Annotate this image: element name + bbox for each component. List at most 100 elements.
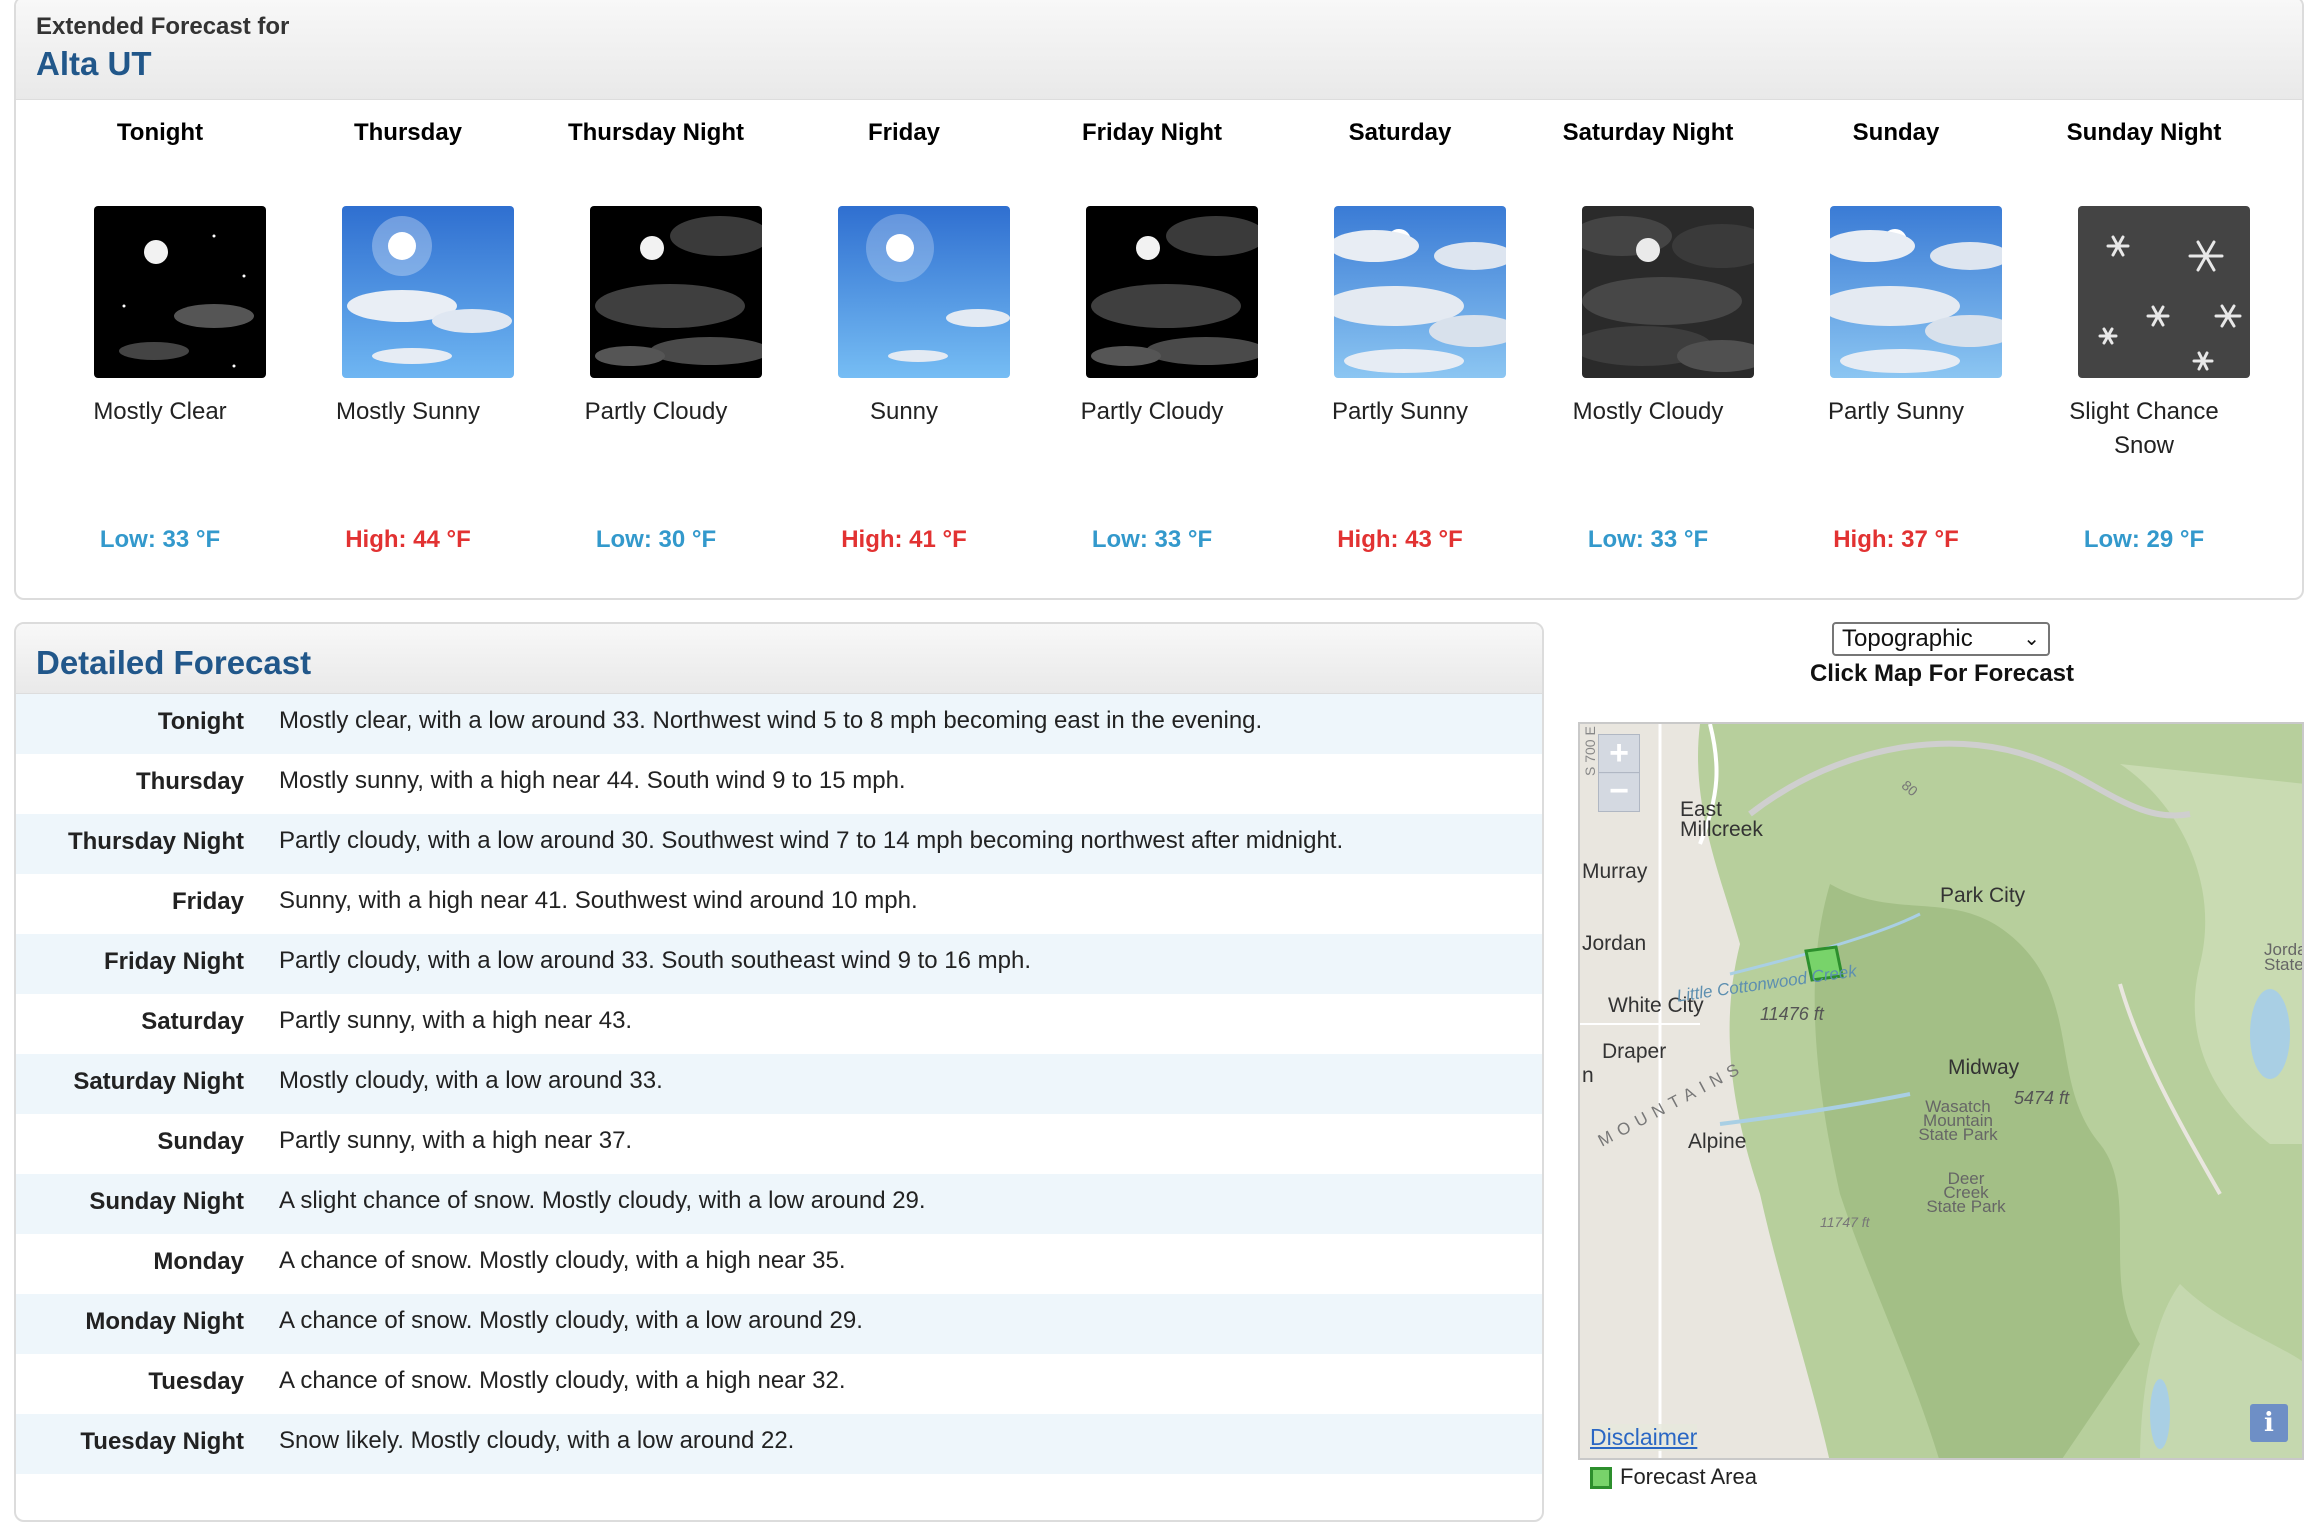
detailed-forecast-title: Detailed Forecast: [16, 624, 1542, 694]
period-saturday[interactable]: Saturday Partly Sunny High: 43 °F: [1276, 100, 1524, 598]
moon-clouds-icon[interactable]: [590, 206, 762, 378]
detail-row-sunday: Sunday Partly sunny, with a high near 37…: [16, 1114, 1542, 1174]
detailed-forecast-panel: Detailed Forecast Tonight Mostly clear, …: [14, 622, 1544, 1522]
map-label-draper: Draper: [1602, 1040, 1667, 1063]
zoom-in-button[interactable]: +: [1598, 734, 1640, 774]
period-sunday[interactable]: Sunday Partly Sunny High: 37 °F: [1772, 100, 2020, 598]
detail-text: Partly cloudy, with a low around 30. Sou…: [279, 827, 1344, 854]
detail-text: A chance of snow. Mostly cloudy, with a …: [279, 1307, 863, 1334]
map-label-elevation-2: 5474 ft: [2014, 1088, 2070, 1108]
detail-label: Tonight: [157, 708, 244, 735]
detail-row-monday-night: Monday Night A chance of snow. Mostly cl…: [16, 1294, 1542, 1354]
period-thursday-night[interactable]: Thursday Night Partly Cloudy Low: 30 °F: [532, 100, 780, 598]
detail-row-monday: Monday A chance of snow. Mostly cloudy, …: [16, 1234, 1542, 1294]
detail-label: Friday Night: [103, 948, 244, 975]
detail-label: Saturday: [141, 1008, 244, 1035]
map-label-jordanelle: Jorda State: [2264, 940, 2304, 974]
period-temperature: Low: 33 °F: [1091, 526, 1213, 553]
period-temperature: High: 37 °F: [1833, 526, 1959, 553]
detail-row-saturday-night: Saturday Night Mostly cloudy, with a low…: [16, 1054, 1542, 1114]
period-description: Slight Chance Snow: [2069, 398, 2219, 459]
detail-row-sunday-night: Sunday Night A slight chance of snow. Mo…: [16, 1174, 1542, 1234]
disclaimer-link[interactable]: Disclaimer: [1590, 1424, 1698, 1451]
period-temperature: High: 44 °F: [345, 526, 471, 553]
detail-text: Sunny, with a high near 41. Southwest wi…: [279, 887, 918, 914]
period-description: Mostly Cloudy: [1572, 398, 1724, 425]
map-label-wasatch: Wasatch Mountain State Park: [1918, 1097, 1998, 1144]
extended-forecast-header: Extended Forecast for Alta UT: [16, 0, 2302, 100]
detail-text: Mostly clear, with a low around 33. Nort…: [279, 707, 1263, 734]
detail-row-friday-night: Friday Night Partly cloudy, with a low a…: [16, 934, 1542, 994]
moon-few-clouds-icon[interactable]: [94, 206, 266, 378]
map-label-elevation-1: 11476 ft: [1760, 1004, 1824, 1024]
detail-text: Partly cloudy, with a low around 33. Sou…: [279, 947, 1031, 974]
period-name: Sunday Night: [2066, 119, 2222, 146]
detail-row-tuesday: Tuesday A chance of snow. Mostly cloudy,…: [16, 1354, 1542, 1414]
detail-label: Friday: [171, 888, 244, 915]
map-label-park-city: Park City: [1940, 884, 2026, 907]
period-description: Mostly Sunny: [335, 398, 481, 425]
sun-few-clouds-icon[interactable]: [342, 206, 514, 378]
detail-label: Thursday: [135, 768, 244, 795]
sun-clouds-icon[interactable]: [1830, 206, 2002, 378]
detail-text: Mostly cloudy, with a low around 33.: [279, 1067, 663, 1094]
period-friday-night[interactable]: Friday Night Partly Cloudy Low: 33 °F: [1028, 100, 1276, 598]
period-thursday[interactable]: Thursday Mostly Sunny High: 44 °F: [284, 100, 532, 598]
extended-forecast-panel: Extended Forecast for Alta UT Tonight Mo…: [14, 0, 2304, 600]
detail-label: Sunday: [157, 1128, 244, 1155]
period-temperature: High: 43 °F: [1337, 526, 1463, 553]
detail-text: Mostly sunny, with a high near 44. South…: [279, 767, 906, 794]
forecast-map[interactable]: + − East Millcreek Murray Park City Jord…: [1578, 722, 2304, 1460]
detail-row-friday: Friday Sunny, with a high near 41. South…: [16, 874, 1542, 934]
period-temperature: Low: 30 °F: [595, 526, 717, 553]
detail-row-thursday: Thursday Mostly sunny, with a high near …: [16, 754, 1542, 814]
period-saturday-night[interactable]: Saturday Night Mostly Cloudy Low: 33 °F: [1524, 100, 1772, 598]
sun-clouds-icon[interactable]: [1334, 206, 1506, 378]
legend-label: Forecast Area: [1620, 1464, 1757, 1489]
detail-label: Sunday Night: [89, 1188, 244, 1215]
detail-text: Snow likely. Mostly cloudy, with a low a…: [279, 1427, 795, 1454]
map-label-elevation-3: 11747 ft: [1820, 1214, 1870, 1230]
period-tonight[interactable]: Tonight Mostly Clear Low: 33 °F: [36, 100, 284, 598]
detail-text: Partly sunny, with a high near 43.: [279, 1007, 633, 1034]
period-temperature: Low: 33 °F: [1587, 526, 1709, 553]
period-name: Thursday Night: [567, 119, 744, 146]
map-label-midway: Midway: [1948, 1056, 2020, 1079]
map-caption: Click Map For Forecast: [1809, 660, 2075, 687]
period-name: Friday: [867, 119, 941, 146]
map-legend: Forecast Area: [1590, 1464, 1757, 1494]
detail-label: Monday Night: [85, 1308, 244, 1335]
period-sunday-night[interactable]: Sunday Night Slight Chance Snow Low: 29 …: [2020, 100, 2268, 598]
map-layer-select[interactable]: Topographic ⌄: [1832, 622, 2050, 656]
detail-text: Partly sunny, with a high near 37.: [279, 1127, 633, 1154]
snow-icon[interactable]: [2078, 206, 2250, 378]
period-temperature: High: 41 °F: [841, 526, 967, 553]
period-name: Saturday Night: [1562, 119, 1734, 146]
period-temperature: Low: 33 °F: [99, 526, 221, 553]
map-label-alpine: Alpine: [1688, 1130, 1747, 1153]
period-name: Thursday: [353, 119, 463, 146]
chevron-down-icon: ⌄: [2023, 628, 2040, 650]
detail-row-saturday: Saturday Partly sunny, with a high near …: [16, 994, 1542, 1054]
detail-row-thursday-night: Thursday Night Partly cloudy, with a low…: [16, 814, 1542, 874]
map-label-east-millcreek: East Millcreek: [1680, 798, 1763, 841]
moon-many-clouds-icon[interactable]: [1582, 206, 1754, 378]
map-layer-selected: Topographic: [1842, 625, 1973, 652]
period-description: Partly Sunny: [1827, 398, 1965, 425]
detail-text: A slight chance of snow. Mostly cloudy, …: [279, 1187, 926, 1214]
map-label-jordan: Jordan: [1582, 932, 1647, 955]
sun-icon[interactable]: [838, 206, 1010, 378]
forecast-subtitle: Extended Forecast for: [36, 13, 290, 40]
info-icon[interactable]: i: [2250, 1404, 2288, 1442]
zoom-out-button[interactable]: −: [1598, 772, 1640, 812]
detail-label: Thursday Night: [67, 828, 244, 855]
period-name: Saturday: [1348, 119, 1452, 146]
period-friday[interactable]: Friday Sunny High: 41 °F: [780, 100, 1028, 598]
detail-text: A chance of snow. Mostly cloudy, with a …: [279, 1247, 846, 1274]
moon-clouds-icon[interactable]: [1086, 206, 1258, 378]
detail-label: Monday: [153, 1248, 244, 1275]
detail-row-tonight: Tonight Mostly clear, with a low around …: [16, 694, 1542, 754]
map-label-deer-creek: Deer Creek State Park: [1926, 1169, 2006, 1216]
detail-label: Saturday Night: [73, 1068, 244, 1095]
period-description: Mostly Clear: [93, 398, 227, 425]
